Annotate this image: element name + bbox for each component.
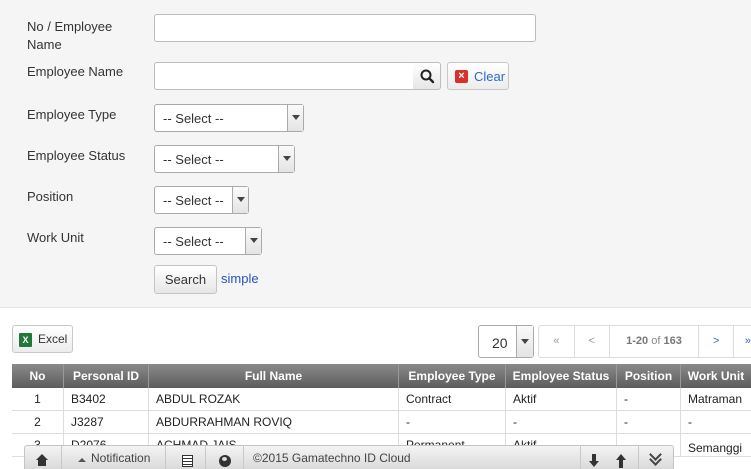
pagination: « < 1-20 of 163 > »: [538, 325, 751, 358]
upload-icon[interactable]: [616, 454, 626, 468]
column-header[interactable]: Employee Status: [506, 364, 617, 388]
position-select[interactable]: -- Select --: [154, 186, 249, 214]
divider: [165, 446, 166, 469]
double-chevron-down-icon[interactable]: [649, 452, 663, 466]
filter-panel: No / Employee Name Employee Name × Clear…: [0, 0, 751, 308]
page-of: of: [651, 335, 661, 347]
simple-search-link[interactable]: simple: [221, 271, 259, 286]
employee-type-select[interactable]: -- Select --: [154, 104, 304, 132]
caret-up-icon: [78, 458, 86, 462]
divider: [243, 446, 244, 469]
employee-name-input[interactable]: [154, 62, 414, 90]
clear-icon: ×: [455, 70, 468, 83]
footer-toolbar: Notification ©2015 Gamatechno ID Cloud: [24, 445, 674, 469]
position-label: Position: [27, 189, 74, 204]
position-value: -- Select --: [163, 193, 224, 208]
employee-type-value: -- Select --: [163, 111, 224, 126]
clear-label: Clear: [474, 69, 506, 84]
table-header: No Personal ID Full Name Employee Type E…: [12, 364, 751, 388]
table-cell: -: [617, 411, 681, 433]
table-row[interactable]: 2 J3287 ABDURRAHMAN ROVIQ - - - -: [12, 411, 751, 434]
chevron-down-icon: [232, 187, 248, 213]
employee-status-select[interactable]: -- Select --: [154, 145, 295, 173]
page-total: 163: [663, 335, 682, 347]
no-employee-name-label: No / Employee Name: [27, 19, 113, 52]
table-cell: B3402: [64, 388, 149, 410]
employee-search-button[interactable]: [413, 62, 441, 90]
no-employee-name-input[interactable]: [154, 14, 536, 42]
employee-status-label: Employee Status: [27, 148, 126, 163]
download-icon[interactable]: [589, 454, 599, 468]
table-cell: 1: [12, 388, 64, 410]
work-unit-label: Work Unit: [27, 230, 84, 245]
table-cell: 2: [12, 411, 64, 433]
table-cell: Matraman: [688, 392, 743, 406]
clear-button[interactable]: × Clear: [447, 62, 509, 90]
table-cell: J3287: [64, 411, 149, 433]
page-size-value: 20: [492, 335, 508, 351]
next-page-button[interactable]: >: [699, 326, 735, 357]
chevron-down-icon: [245, 228, 261, 254]
table-cell: -: [399, 411, 506, 433]
column-header[interactable]: Employee Type: [399, 364, 506, 388]
table-cell: Aktif: [506, 388, 617, 410]
column-header[interactable]: Position: [617, 364, 681, 388]
employee-name-label: Employee Name: [27, 64, 124, 79]
list-icon[interactable]: [182, 455, 193, 467]
chevron-down-icon: [516, 326, 533, 357]
table-row[interactable]: 1 B3402 ABDUL ROZAK Contract Aktif - Mat…: [12, 388, 751, 411]
globe-icon[interactable]: [219, 455, 231, 467]
page-range: 1-20: [626, 335, 649, 347]
search-icon: [420, 69, 435, 84]
column-header[interactable]: Personal ID: [64, 364, 149, 388]
column-header[interactable]: Full Name: [149, 364, 399, 388]
table-cell: -: [688, 415, 692, 429]
excel-export-button[interactable]: X Excel: [12, 325, 73, 353]
excel-label: Excel: [38, 332, 68, 346]
chevron-down-icon: [278, 146, 294, 172]
divider: [61, 446, 62, 469]
notification-button[interactable]: Notification: [91, 450, 150, 466]
column-header[interactable]: Work Unit: [681, 364, 751, 388]
employee-status-value: -- Select --: [163, 152, 224, 167]
work-unit-select[interactable]: -- Select --: [154, 227, 262, 255]
table-cell: Contract: [399, 388, 506, 410]
divider: [580, 446, 581, 469]
excel-icon: X: [19, 333, 32, 347]
divider: [205, 446, 206, 469]
divider: [638, 446, 639, 469]
work-unit-value: -- Select --: [163, 234, 224, 249]
chevron-down-icon: [287, 105, 303, 131]
page-info: 1-20 of 163: [610, 326, 700, 357]
copyright-text: ©2015 Gamatechno ID Cloud: [253, 451, 411, 465]
last-page-button[interactable]: »: [734, 326, 751, 357]
search-button[interactable]: Search: [154, 265, 217, 294]
table-cell: Semanggi: [688, 441, 743, 455]
prev-page-button[interactable]: <: [575, 326, 610, 357]
column-header[interactable]: No: [12, 364, 64, 388]
table-cell: -: [506, 411, 617, 433]
employee-type-label: Employee Type: [27, 107, 117, 122]
first-page-button[interactable]: «: [539, 326, 575, 357]
page-size-select[interactable]: 20: [478, 325, 534, 358]
table-cell: ABDURRAHMAN ROVIQ: [149, 411, 399, 433]
table-cell: -: [617, 388, 681, 410]
home-icon[interactable]: [36, 454, 48, 466]
table-cell: ABDUL ROZAK: [149, 388, 399, 410]
